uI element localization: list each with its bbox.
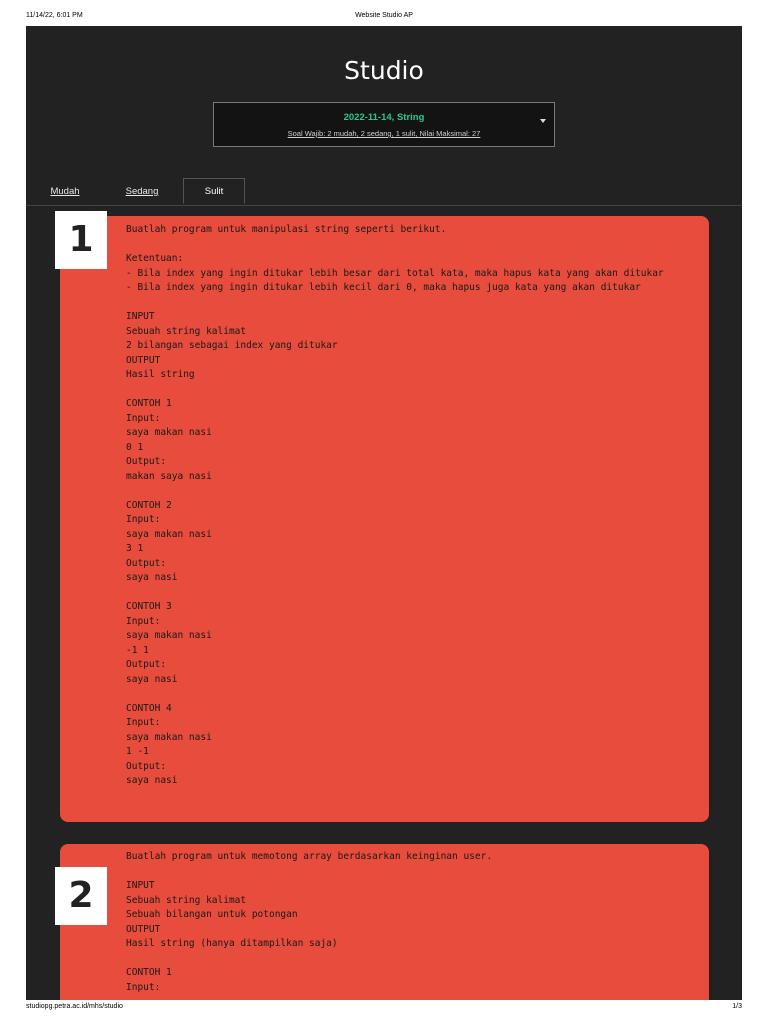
tab-sulit[interactable]: Sulit — [183, 178, 245, 204]
print-header: 11/14/22, 6:01 PM Website Studio AP — [0, 0, 768, 26]
problem-number-badge: 2 — [55, 867, 107, 925]
session-title: 2022-11-14, String — [343, 112, 425, 123]
difficulty-tabs: Mudah Sedang Sulit — [26, 178, 742, 206]
problem-number-badge: 1 — [55, 211, 107, 269]
tab-sedang[interactable]: Sedang — [110, 178, 174, 205]
print-footer: studiopg.petra.ac.id/mhs/studio 1/3 — [0, 1000, 768, 1024]
chevron-down-icon — [540, 119, 546, 123]
print-title: Website Studio AP — [355, 12, 413, 19]
studio-app: Studio 2022-11-14, String Soal Wajib: 2 … — [26, 26, 742, 1000]
problem-statement: Buatlah program untuk manipulasi string … — [126, 224, 664, 786]
problem-statement: Buatlah program untuk memotong array ber… — [126, 851, 493, 993]
session-subtitle: Soal Wajib: 2 mudah, 2 sedang, 1 sulit, … — [287, 129, 481, 138]
print-page-number: 1/3 — [732, 1003, 742, 1010]
page-title: Studio — [344, 56, 424, 85]
tab-mudah[interactable]: Mudah — [34, 178, 96, 205]
session-select[interactable]: 2022-11-14, String Soal Wajib: 2 mudah, … — [213, 102, 555, 147]
print-url: studiopg.petra.ac.id/mhs/studio — [26, 1003, 123, 1010]
